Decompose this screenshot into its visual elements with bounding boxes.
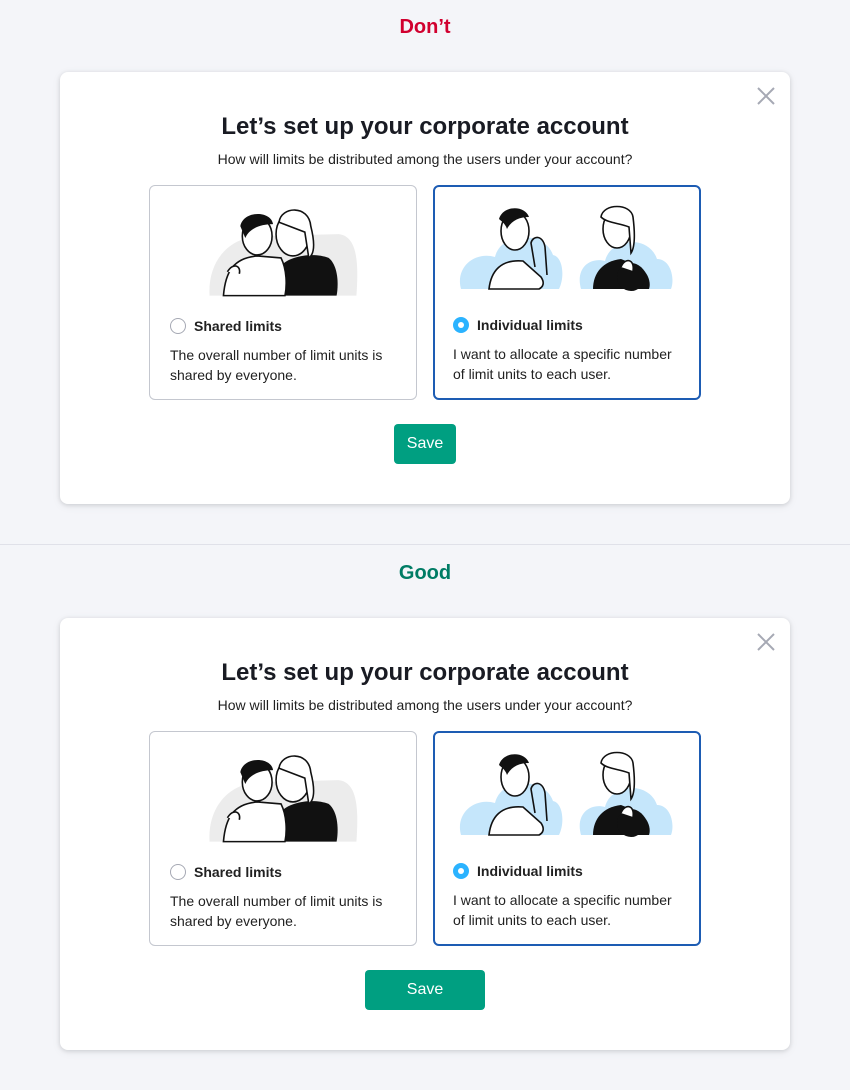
save-button[interactable]: Save — [394, 424, 456, 464]
modal-title: Let’s set up your corporate account — [221, 659, 629, 686]
individual-users-illustration — [459, 751, 673, 837]
shared-users-illustration — [209, 209, 358, 297]
shared-users-illustration — [209, 755, 358, 843]
shared-limits-label: Shared limits — [194, 318, 282, 334]
save-button[interactable]: Save — [365, 970, 485, 1010]
modal-subtitle: How will limits be distributed among the… — [217, 151, 633, 167]
close-icon[interactable] — [756, 632, 776, 652]
shared-limits-radio[interactable] — [170, 864, 186, 880]
shared-limits-option[interactable]: Shared limits — [170, 864, 282, 880]
individual-limits-label: Individual limits — [477, 863, 583, 879]
individual-limits-radio[interactable] — [453, 317, 469, 333]
shared-limits-card[interactable]: Shared limits The overall number of limi… — [149, 185, 417, 400]
individual-limits-option[interactable]: Individual limits — [453, 317, 583, 333]
shared-limits-label: Shared limits — [194, 864, 282, 880]
individual-limits-option[interactable]: Individual limits — [453, 863, 583, 879]
individual-limits-card[interactable]: Individual limits I want to allocate a s… — [433, 731, 701, 946]
setup-modal-good: Let’s set up your corporate account How … — [60, 618, 790, 1050]
shared-limits-description: The overall number of limit units is sha… — [170, 893, 383, 929]
modal-title: Let’s set up your corporate account — [221, 113, 629, 140]
individual-limits-description: I want to allocate a specific number of … — [453, 892, 672, 928]
modal-subtitle: How will limits be distributed among the… — [217, 697, 633, 713]
individual-limits-description: I want to allocate a specific number of … — [453, 346, 672, 382]
shared-limits-card[interactable]: Shared limits The overall number of limi… — [149, 731, 417, 946]
good-label: Good — [398, 562, 452, 584]
shared-limits-radio[interactable] — [170, 318, 186, 334]
shared-limits-description: The overall number of limit units is sha… — [170, 347, 383, 383]
individual-limits-radio[interactable] — [453, 863, 469, 879]
close-icon[interactable] — [756, 86, 776, 106]
section-divider — [0, 544, 850, 545]
individual-limits-card[interactable]: Individual limits I want to allocate a s… — [433, 185, 701, 400]
individual-limits-label: Individual limits — [477, 317, 583, 333]
shared-limits-option[interactable]: Shared limits — [170, 318, 282, 334]
dont-label: Don’t — [399, 16, 451, 38]
setup-modal-dont: Let’s set up your corporate account How … — [60, 72, 790, 504]
individual-users-illustration — [459, 205, 673, 291]
